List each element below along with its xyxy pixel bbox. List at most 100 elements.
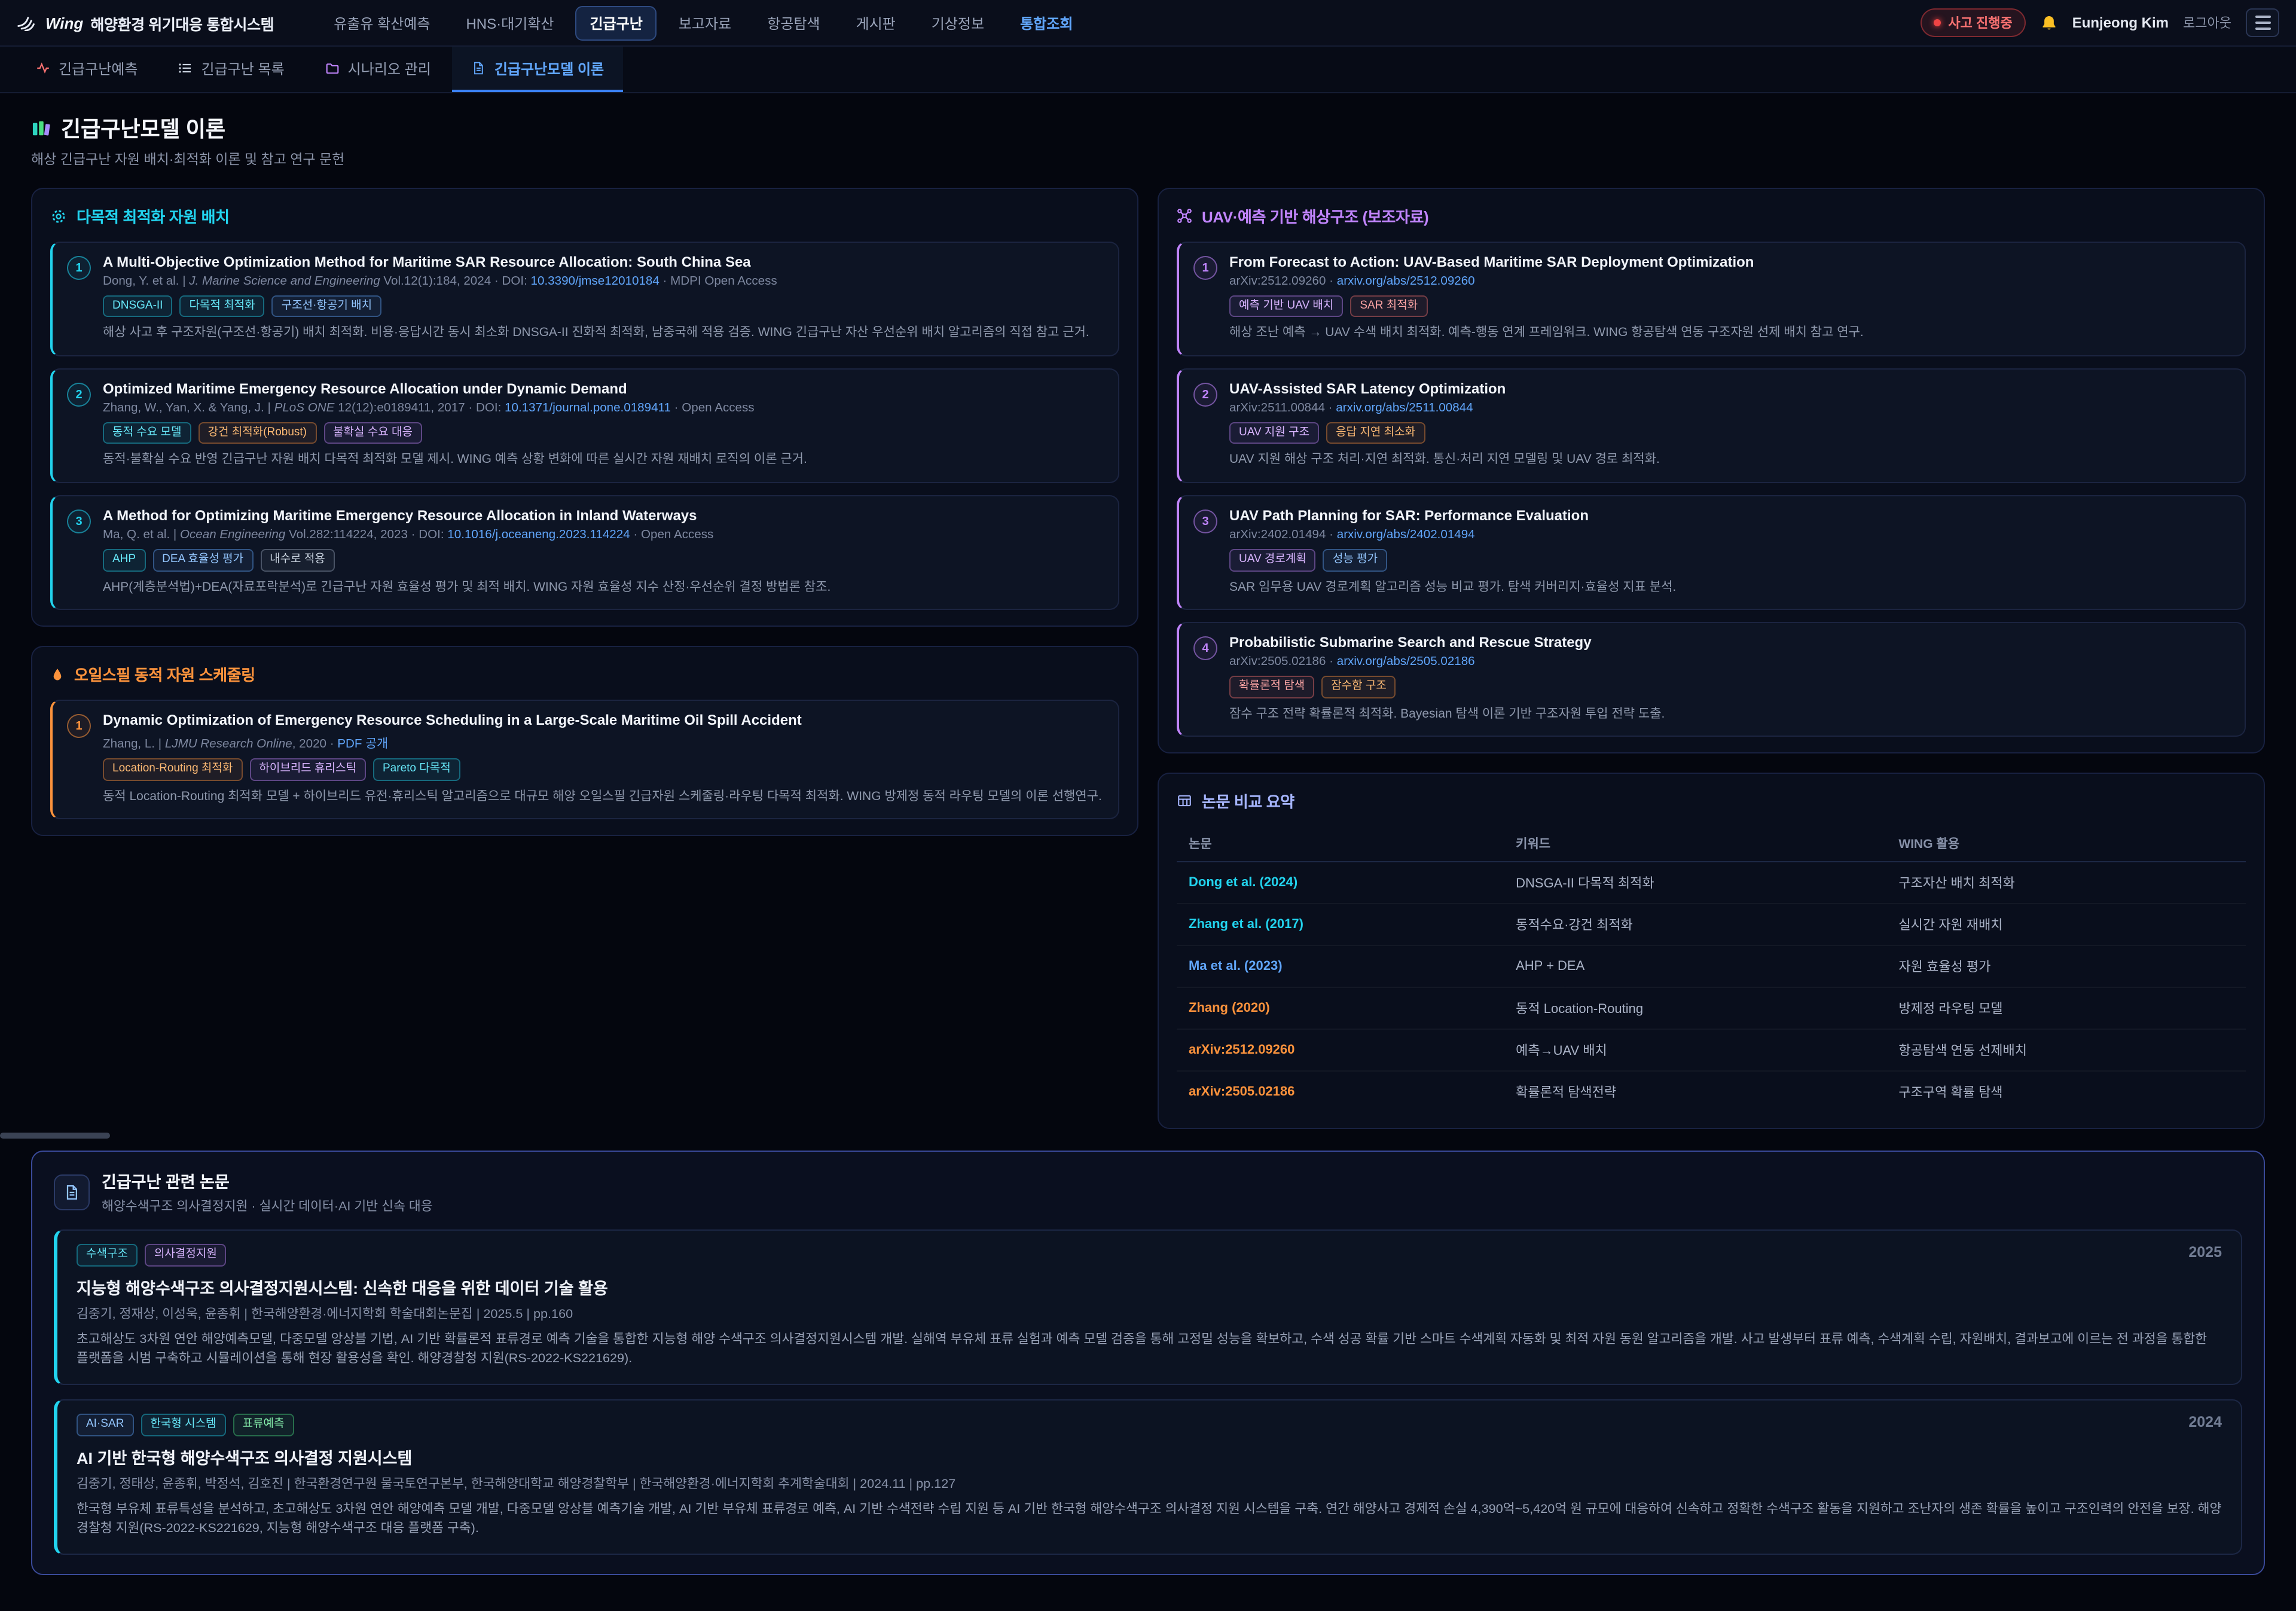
paper-number: 3 xyxy=(67,509,91,533)
table-row: arXiv:2505.02186 확률론적 탐색전략 구조구역 확률 탐색 xyxy=(1177,1072,2246,1113)
panel-paper-comparison: 논문 비교 요약 논문 키워드 WING 활용 Dong e xyxy=(1158,773,2265,1130)
incident-badge-label: 사고 진행중 xyxy=(1948,13,2012,32)
arxiv-link[interactable]: arxiv.org/abs/2512.09260 xyxy=(1337,275,1475,288)
sub-tab-bar: 긴급구난예측 긴급구난 목록 시나리오 관리 긴급구난모델 이론 xyxy=(0,47,2296,93)
tab-rescue-list[interactable]: 긴급구난 목록 xyxy=(160,47,304,92)
paper-card: 2 UAV-Assisted SAR Latency Optimization … xyxy=(1177,368,2246,483)
panel-title: 오일스필 동적 자원 스케줄링 xyxy=(74,663,255,686)
notification-bell-icon[interactable] xyxy=(2040,14,2058,32)
paper-description: 한국형 부유체 표류특성을 분석하고, 초고해상도 3차원 연안 해양예측 모델… xyxy=(77,1499,2222,1539)
incident-dot-icon xyxy=(1934,19,1941,26)
column-header-keywords: 키워드 xyxy=(1504,827,1886,862)
meta-journal: LJMU Research Online xyxy=(165,739,292,752)
panel-header: 논문 비교 요약 xyxy=(1177,790,2246,813)
paper-tags: Location-Routing 최적화 하이브리드 휴리스틱 Pareto 다… xyxy=(103,759,1104,781)
arxiv-link[interactable]: arxiv.org/abs/2511.00844 xyxy=(1336,402,1473,415)
paper-meta: arXiv:2512.09260 · arxiv.org/abs/2512.09… xyxy=(1229,275,2230,288)
arxiv-link[interactable]: arxiv.org/abs/2505.02186 xyxy=(1337,656,1475,669)
tag: 확률론적 탐색 xyxy=(1229,676,1314,698)
paper-link[interactable]: Zhang (2020) xyxy=(1189,1002,1270,1016)
paper-body: UAV-Assisted SAR Latency Optimization ar… xyxy=(1229,380,2230,470)
page-header: 긴급구난모델 이론 해상 긴급구난 자원 배치·최적화 이론 및 참고 연구 문… xyxy=(31,112,2265,169)
paper-authors: 김중기, 정재상, 이성욱, 윤종휘 | 한국해양환경·에너지학회 학술대회논문… xyxy=(77,1303,2222,1322)
meta-text: Ma, Q. et al. | xyxy=(103,529,180,542)
doi-link[interactable]: 10.1371/journal.pone.0189411 xyxy=(505,402,671,415)
wing-usage-cell: 실시간 자원 재배치 xyxy=(1886,904,2246,946)
paper-link[interactable]: arXiv:2505.02186 xyxy=(1189,1085,1294,1100)
hamburger-menu-button[interactable] xyxy=(2246,8,2279,37)
nav-item-oil-spill[interactable]: 유출유 확산예측 xyxy=(319,5,444,40)
paper-card: 3 A Method for Optimizing Maritime Emerg… xyxy=(50,495,1119,610)
panel-related-papers: 긴급구난 관련 논문 해양수색구조 의사결정지원 · 실시간 데이터·AI 기반… xyxy=(31,1151,2265,1575)
related-title: 긴급구난 관련 논문 xyxy=(102,1169,433,1193)
paper-card: 1 A Multi-Objective Optimization Method … xyxy=(50,242,1119,356)
paper-description: 초고해상도 3차원 연안 해양예측모델, 다중모델 앙상블 기법, AI 기반 … xyxy=(77,1329,2222,1369)
paper-title: From Forecast to Action: UAV-Based Marit… xyxy=(1229,254,2230,270)
brand-title: 해양환경 위기대응 통합시스템 xyxy=(90,11,274,34)
meta-text: Vol.282:114224, 2023 · DOI: xyxy=(285,529,447,542)
paper-body: Optimized Maritime Emergency Resource Al… xyxy=(103,380,1104,470)
tab-rescue-prediction[interactable]: 긴급구난예측 xyxy=(17,47,157,92)
paper-body: A Multi-Objective Optimization Method fo… xyxy=(103,254,1104,343)
meta-text: Zhang, L. | xyxy=(103,739,165,752)
tag: UAV 경로계획 xyxy=(1229,549,1316,571)
paper-card: 4 Probabilistic Submarine Search and Res… xyxy=(1177,623,2246,737)
tag: 동적 수요 모델 xyxy=(103,422,191,444)
tab-rescue-model-theory[interactable]: 긴급구난모델 이론 xyxy=(453,47,623,92)
paper-link[interactable]: Ma et al. (2023) xyxy=(1189,960,1283,974)
paper-tags: 수색구조 의사결정지원 xyxy=(77,1244,227,1267)
arxiv-link[interactable]: arxiv.org/abs/2402.01494 xyxy=(1337,529,1475,542)
tag: DNSGA-II xyxy=(103,295,172,318)
doi-link[interactable]: 10.1016/j.oceaneng.2023.114224 xyxy=(447,529,630,542)
paper-description: UAV 지원 해상 구조 처리·지연 최적화. 통신·처리 지연 모델링 및 U… xyxy=(1229,451,2230,471)
paper-number: 3 xyxy=(1193,509,1217,533)
nav-right-cluster: 사고 진행중 Eunjeong Kim 로그아웃 xyxy=(1921,8,2279,37)
paper-body: From Forecast to Action: UAV-Based Marit… xyxy=(1229,254,2230,343)
wing-usage-cell: 방제정 라우팅 모델 xyxy=(1886,988,2246,1030)
paper-description: 해상 사고 후 구조자원(구조선·항공기) 배치 최적화. 비용·응답시간 동시… xyxy=(103,325,1104,344)
nav-item-weather[interactable]: 기상정보 xyxy=(917,5,999,40)
paper-meta: arXiv:2511.00844 · arxiv.org/abs/2511.00… xyxy=(1229,402,2230,415)
paper-description: SAR 임무용 UAV 경로계획 알고리즘 성능 비교 평가. 탐색 커버리지·… xyxy=(1229,578,2230,597)
right-column: UAV·예측 기반 해상구조 (보조자료) 1 From Forecast to… xyxy=(1158,188,2265,1130)
keywords-cell: 확률론적 탐색전략 xyxy=(1504,1072,1886,1113)
paper-tags: AHP DEA 효율성 평가 내수로 적용 xyxy=(103,549,1104,571)
paper-tags: AI·SAR 한국형 시스템 표류예측 xyxy=(77,1414,294,1436)
paper-number: 4 xyxy=(1193,637,1217,661)
nav-item-aerial-search[interactable]: 항공탐색 xyxy=(753,5,834,40)
tag: 내수로 적용 xyxy=(260,549,335,571)
paper-link[interactable]: arXiv:2512.09260 xyxy=(1189,1044,1294,1058)
meta-text: arXiv:2505.02186 · xyxy=(1229,656,1337,669)
card-top-row: 수색구조 의사결정지원 2025 xyxy=(77,1244,2222,1267)
nav-item-hns[interactable]: HNS·대기확산 xyxy=(451,5,568,40)
document-icon xyxy=(54,1174,90,1210)
pdf-link[interactable]: PDF 공개 xyxy=(337,739,388,752)
table-row: Zhang et al. (2017) 동적수요·강건 최적화 실시간 자원 재… xyxy=(1177,904,2246,946)
tab-scenario-management[interactable]: 시나리오 관리 xyxy=(306,47,450,92)
meta-text: Zhang, W., Yan, X. & Yang, J. | xyxy=(103,402,274,415)
table-row: Zhang (2020) 동적 Location-Routing 방제정 라우팅… xyxy=(1177,988,2246,1030)
logout-button[interactable]: 로그아웃 xyxy=(2183,13,2231,32)
nav-item-board[interactable]: 게시판 xyxy=(842,5,910,40)
nav-item-integrated-search[interactable]: 통합조회 xyxy=(1006,5,1087,40)
doi-link[interactable]: 10.3390/jmse12010184 xyxy=(531,275,660,288)
page-content: 긴급구난모델 이론 해상 긴급구난 자원 배치·최적화 이론 및 참고 연구 문… xyxy=(0,93,2296,1611)
table-icon xyxy=(1177,794,1192,809)
brand-logo[interactable]: Wing 해양환경 위기대응 통합시스템 xyxy=(17,11,274,34)
paper-link[interactable]: Dong et al. (2024) xyxy=(1189,876,1297,890)
incident-status-badge[interactable]: 사고 진행중 xyxy=(1921,8,2025,37)
books-icon xyxy=(31,119,51,137)
nav-item-emergency-rescue[interactable]: 긴급구난 xyxy=(575,5,657,40)
paper-link[interactable]: Zhang et al. (2017) xyxy=(1189,918,1303,932)
horizontal-scrollbar-thumb[interactable] xyxy=(0,1133,110,1139)
paper-meta: Dong, Y. et al. | J. Marine Science and … xyxy=(103,275,1104,288)
paper-meta: Ma, Q. et al. | Ocean Engineering Vol.28… xyxy=(103,529,1104,542)
tag: 하이브리드 휴리스틱 xyxy=(249,759,366,781)
nav-item-reports[interactable]: 보고자료 xyxy=(664,5,746,40)
paper-title: Probabilistic Submarine Search and Rescu… xyxy=(1229,634,2230,651)
tag: 구조선·항공기 배치 xyxy=(272,295,381,318)
paper-description: 동적 Location-Routing 최적화 모델 + 하이브리드 유전·휴리… xyxy=(103,788,1104,807)
comparison-table: 논문 키워드 WING 활용 Dong et al. (2024) DNSGA-… xyxy=(1177,827,2246,1113)
folder-icon xyxy=(325,61,340,75)
paper-number: 1 xyxy=(67,715,91,739)
